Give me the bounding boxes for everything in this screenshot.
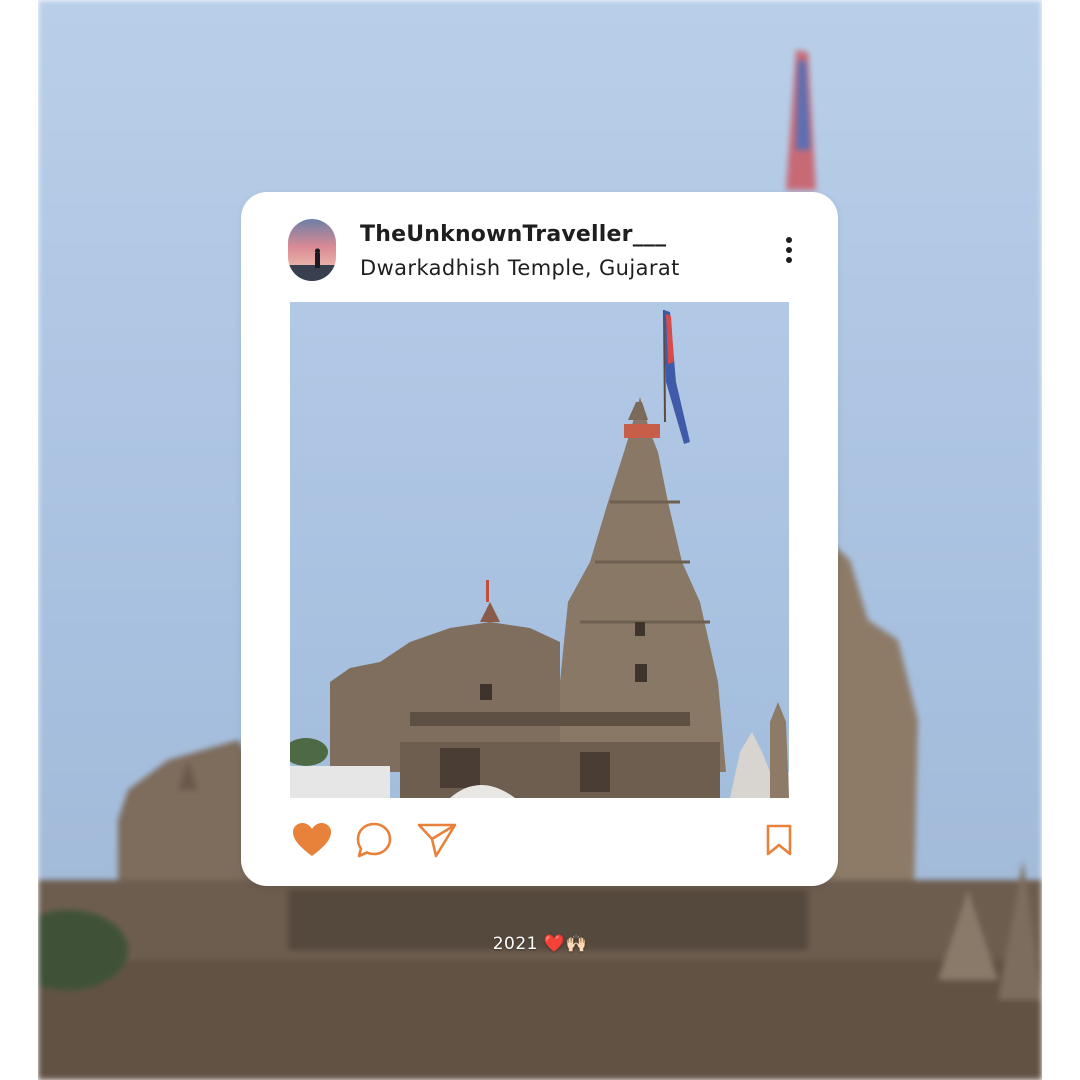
post-photo[interactable]: [290, 302, 789, 798]
more-vertical-icon[interactable]: [779, 236, 799, 266]
bookmark-icon[interactable]: [757, 818, 801, 862]
left-border: [0, 0, 38, 1080]
right-border: [1042, 0, 1080, 1080]
caption: 2021 ❤️🙌🏻: [0, 934, 1080, 954]
username[interactable]: TheUnknownTraveller___: [360, 222, 666, 247]
post-card: TheUnknownTraveller___ Dwarkadhish Templ…: [241, 192, 838, 886]
heart-icon[interactable]: [290, 818, 334, 862]
post-actions: [241, 818, 838, 862]
avatar[interactable]: [288, 219, 336, 281]
raised-hands-emoji: 🙌🏻: [565, 934, 588, 954]
caption-year: 2021: [492, 934, 538, 954]
send-icon[interactable]: [415, 818, 459, 862]
comment-icon[interactable]: [352, 818, 396, 862]
heart-emoji: ❤️: [543, 934, 566, 954]
location[interactable]: Dwarkadhish Temple, Gujarat: [360, 256, 680, 280]
